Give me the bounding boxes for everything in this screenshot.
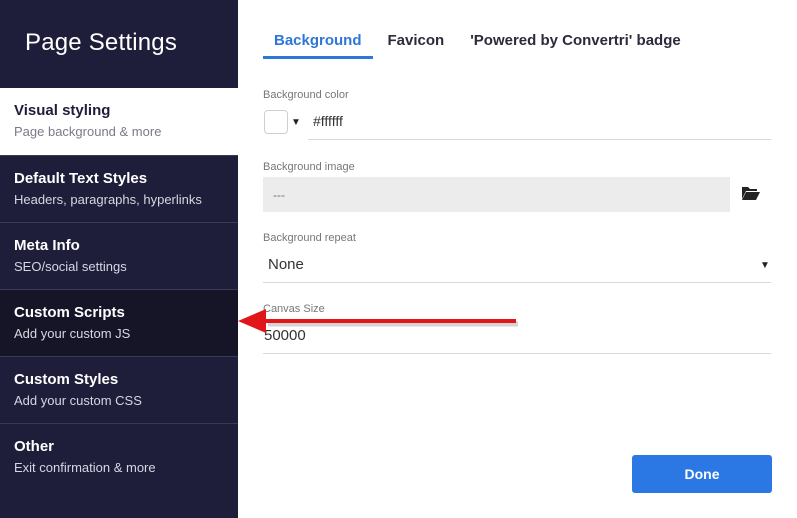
tab-favicon[interactable]: Favicon (377, 30, 456, 56)
sidebar-item-description: Exit confirmation & more (14, 460, 156, 475)
chevron-down-icon[interactable]: ▼ (760, 260, 770, 271)
repeat-field-underline (263, 282, 771, 283)
sidebar-item-label: Default Text Styles (14, 170, 148, 187)
done-button[interactable]: Done (632, 455, 772, 493)
color-field-underline (308, 139, 771, 140)
sidebar-item-meta-info[interactable]: Meta Info SEO/social settings (0, 222, 238, 289)
background-color-label: Background color (263, 89, 349, 101)
sidebar: Page Settings Visual styling Page backgr… (0, 0, 238, 518)
sidebar-item-label: Visual styling (14, 102, 111, 119)
sidebar-item-custom-styles[interactable]: Custom Styles Add your custom CSS (0, 356, 238, 423)
sidebar-item-description: Add your custom JS (14, 326, 131, 341)
sidebar-item-description: Headers, paragraphs, hyperlinks (14, 192, 202, 207)
sidebar-item-label: Custom Styles (14, 371, 119, 388)
sidebar-item-custom-scripts[interactable]: Custom Scripts Add your custom JS (0, 289, 238, 356)
tab-powered-by-badge[interactable]: 'Powered by Convertri' badge (459, 30, 692, 56)
color-picker-caret-icon[interactable]: ▼ (291, 117, 301, 128)
sidebar-item-description: SEO/social settings (14, 259, 127, 274)
canvas-field-underline (263, 353, 771, 354)
background-image-input[interactable] (263, 177, 730, 212)
tab-background[interactable]: Background (263, 30, 373, 59)
background-color-swatch[interactable] (264, 110, 288, 134)
background-repeat-select[interactable]: None (268, 256, 304, 273)
sidebar-item-description: Add your custom CSS (14, 393, 142, 408)
sidebar-item-description: Page background & more (14, 124, 162, 139)
background-image-label: Background image (263, 161, 355, 173)
background-color-value[interactable]: #ffffff (313, 113, 343, 129)
folder-open-icon[interactable] (741, 185, 761, 201)
sidebar-item-label: Meta Info (14, 237, 80, 254)
sidebar-item-other[interactable]: Other Exit confirmation & more (0, 423, 238, 490)
sidebar-item-label: Other (14, 438, 55, 455)
annotation-arrow-icon (238, 309, 518, 333)
background-repeat-label: Background repeat (263, 232, 356, 244)
sidebar-item-default-text-styles[interactable]: Default Text Styles Headers, paragraphs,… (0, 155, 238, 222)
sidebar-title: Page Settings (25, 29, 178, 56)
sidebar-item-label: Custom Scripts (14, 304, 125, 321)
tab-bar: Background Favicon 'Powered by Convertri… (263, 30, 696, 60)
sidebar-item-visual-styling[interactable]: Visual styling Page background & more (0, 88, 238, 155)
